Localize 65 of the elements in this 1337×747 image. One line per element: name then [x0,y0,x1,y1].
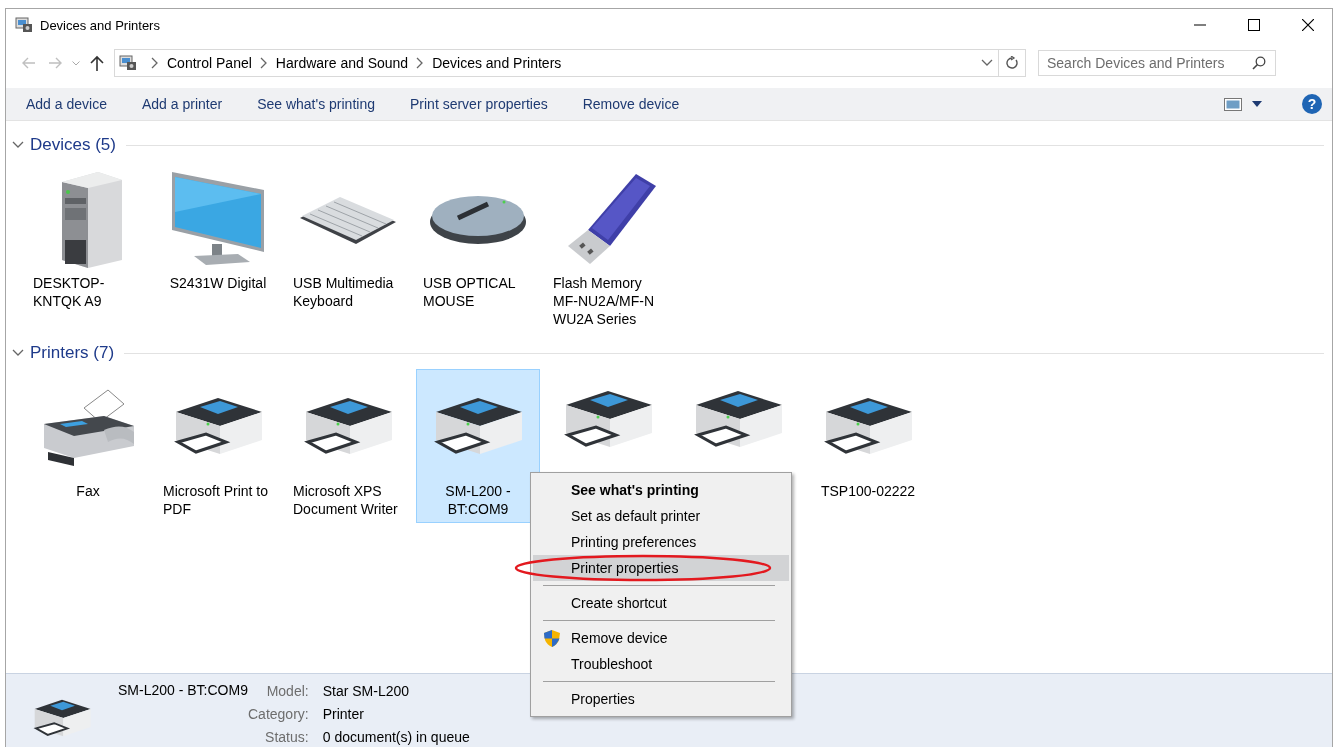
refresh-icon [1005,56,1019,70]
device-name: DESKTOP-KNTQK A9 [33,274,106,310]
view-options-icon[interactable] [1224,97,1242,111]
chevron-down-icon[interactable] [12,349,24,357]
device-tile[interactable]: Microsoft XPS Document Writer [286,369,410,523]
device-tile[interactable]: Fax [26,369,150,519]
device-tile[interactable]: Microsoft Print to PDF [156,369,280,523]
window-title: Devices and Printers [40,17,161,33]
device-name: S2431W Digital [169,274,267,292]
menu-item[interactable]: Troubleshoot [533,651,789,677]
detail-label: Status: [264,728,309,747]
chevron-right-icon [259,57,268,69]
breadcrumb-item[interactable]: Control Panel [167,55,252,71]
minimize-icon [1194,24,1206,26]
detail-label: Model: [265,682,309,701]
control-panel-icon [15,17,33,33]
menu-item[interactable]: Properties [533,686,789,712]
printer-name: TSP100-02222 [820,482,916,500]
printer-name: SM-L200 - BT:COM9 [444,482,512,518]
detail-value: Star SM-L200 [322,682,411,701]
menu-item[interactable]: Create shortcut [533,590,789,616]
device-tile[interactable]: Flash Memory MF-NU2A/MF-N WU2A Series [546,161,670,333]
menu-item[interactable]: Printing preferences [533,529,789,555]
device-tile[interactable]: S2431W Digital [156,161,280,311]
printer-name: Microsoft Print to PDF [163,482,270,518]
control-panel-icon [119,55,137,71]
help-button[interactable]: ? [1302,94,1322,114]
chevron-down-icon[interactable] [12,141,24,149]
chevron-down-icon [72,60,80,66]
printer-name: Microsoft XPS Document Writer [293,482,399,518]
device-tile[interactable]: USB OPTICAL MOUSE [416,161,540,315]
device-name: USB Multimedia Keyboard [293,274,395,310]
maximize-icon [1248,19,1260,31]
device-tile[interactable]: SM-L200 - BT:COM9 [416,369,540,523]
toolbar-button[interactable]: Remove device [572,90,690,118]
device-tile[interactable]: TSP100-02222 [806,369,930,519]
back-arrow-icon [22,57,36,69]
chevron-right-icon [416,57,425,69]
toolbar-button[interactable]: Add a device [16,90,117,118]
selected-printer-name: SM-L200 - BT:COM9 [118,682,248,700]
chevron-down-icon [981,59,993,67]
device-name: USB OPTICAL MOUSE [423,274,517,310]
dropdown-arrow-icon[interactable] [1252,101,1262,107]
address-bar[interactable]: Control Panel Hardware and Sound Devices and Printers [114,49,1026,77]
printer-name: Fax [76,482,100,500]
menu-item[interactable]: Remove device [533,625,789,651]
forward-arrow-icon [48,57,62,69]
device-tile[interactable]: DESKTOP-KNTQK A9 [26,161,150,315]
detail-label: Category: [248,705,309,724]
search-field[interactable]: Search Devices and Printers [1038,50,1276,76]
detail-value: 0 document(s) in queue [322,728,470,747]
close-icon [1302,19,1314,31]
chevron-right-icon [151,57,159,69]
breadcrumb-item[interactable]: Hardware and Sound [275,55,409,71]
toolbar-button[interactable]: See what's printing [247,90,385,118]
search-icon [1252,56,1266,70]
toolbar-button[interactable]: Print server properties [400,90,558,118]
group-header[interactable]: Devices (5) [30,135,116,155]
device-tile[interactable]: USB Multimedia Keyboard [286,161,410,315]
up-arrow-icon [90,55,104,71]
detail-value: Printer [322,705,365,724]
group-header[interactable]: Printers (7) [30,343,115,363]
breadcrumb-item[interactable]: Devices and Printers [432,55,562,71]
device-name: Flash Memory MF-NU2A/MF-N WU2A Series [553,274,656,328]
toolbar-button[interactable]: Add a printer [131,90,233,118]
